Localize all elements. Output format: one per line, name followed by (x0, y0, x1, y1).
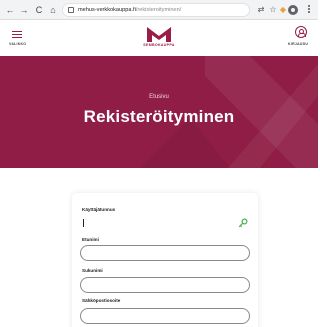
reload-icon[interactable]: C (33, 4, 45, 16)
email-field[interactable] (80, 308, 250, 324)
profile-icon[interactable] (288, 5, 298, 15)
site-header (0, 21, 318, 55)
logo-text: SEMBOKAUPPA (143, 43, 175, 47)
hero-banner: Etusivu Rekisteröityminen (0, 56, 318, 168)
email-label: Sähköpostiosoite (82, 298, 121, 303)
username-label: Käyttäjätunnus (82, 207, 116, 212)
username-input[interactable] (82, 221, 248, 232)
browser-toolbar: ← → C ⌂ mehus-verkkokauppa.fi/rekisteroi… (0, 0, 318, 20)
breadcrumb[interactable]: Etusivu (0, 94, 318, 100)
url-text: mehus-verkkokauppa.fi/rekisteroityminen/ (78, 6, 181, 15)
user-icon[interactable] (295, 26, 307, 38)
lastname-label: Sukunimi (82, 268, 103, 273)
logo-icon[interactable] (146, 25, 172, 43)
url-path: /rekisteroityminen/ (135, 7, 182, 13)
address-bar[interactable]: mehus-verkkokauppa.fi/rekisteroityminen/ (62, 3, 250, 17)
lastname-field[interactable] (80, 277, 250, 293)
site-info-icon[interactable] (68, 7, 74, 13)
login-label[interactable]: KIRJAUDU (288, 42, 308, 46)
firstname-field[interactable] (80, 245, 250, 261)
forward-icon[interactable]: → (18, 4, 30, 16)
home-icon[interactable]: ⌂ (47, 4, 59, 16)
translate-icon[interactable]: ⇄ (255, 4, 267, 16)
back-icon[interactable]: ← (4, 4, 16, 16)
url-host: mehus-verkkokauppa.fi (78, 7, 136, 13)
firstname-label: Etunimi (82, 237, 99, 242)
menu-dots-icon[interactable] (306, 4, 312, 16)
page-title: Rekisteröityminen (83, 107, 235, 126)
